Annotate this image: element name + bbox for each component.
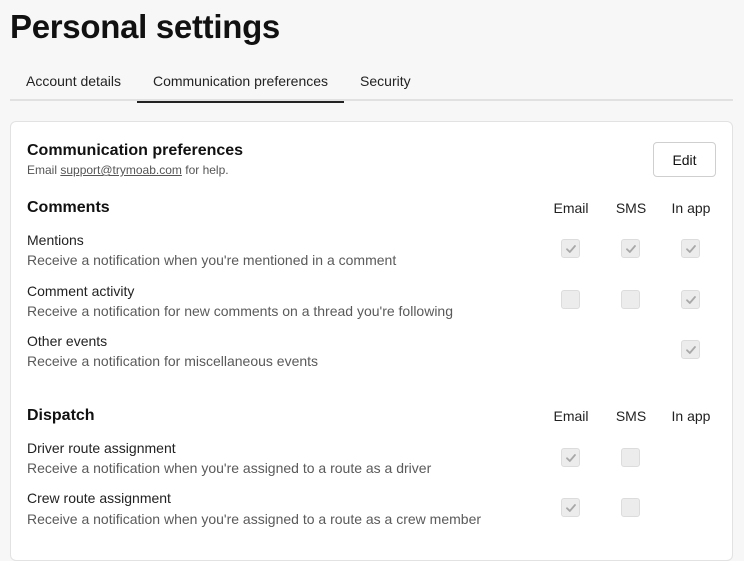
row-desc-other-events: Receive a notification for miscellaneous… [27, 353, 319, 369]
row-title-other-events: Other events [27, 333, 108, 349]
checkmark-icon [685, 244, 696, 253]
row-desc-mentions: Receive a notification when you're menti… [27, 252, 397, 268]
column-header-sms: SMS [615, 408, 647, 424]
section-title-dispatch: Dispatch [27, 407, 95, 424]
page-title: Personal settings [10, 8, 280, 45]
row-desc-crew-route-assignment: Receive a notification when you're assig… [27, 511, 482, 527]
checkmark-icon [565, 503, 576, 512]
help-prefix: Email [27, 163, 61, 177]
column-header-in-app: In app [671, 408, 711, 424]
tab-security[interactable]: Security [344, 62, 427, 101]
communication-preferences-card: Communication preferences Email support@… [10, 121, 733, 561]
row-desc-driver-route-assignment: Receive a notification when you're assig… [27, 460, 432, 476]
mentions-email-checkbox[interactable] [561, 239, 580, 258]
row-title-mentions: Mentions [27, 232, 84, 248]
edit-button[interactable]: Edit [653, 142, 716, 177]
section-title-comments: Comments [27, 199, 110, 216]
driver-route-email-checkbox[interactable] [561, 448, 580, 467]
crew-route-email-checkbox[interactable] [561, 498, 580, 517]
row-title-driver-route-assignment: Driver route assignment [27, 440, 176, 456]
column-header-email: Email [553, 408, 589, 424]
checkmark-icon [625, 244, 636, 253]
crew-route-sms-checkbox[interactable] [621, 498, 640, 517]
other-events-in-app-checkbox[interactable] [681, 340, 700, 359]
column-header-email: Email [553, 200, 589, 216]
help-suffix: for help. [181, 163, 229, 177]
column-header-sms: SMS [615, 200, 647, 216]
column-header-in-app: In app [671, 200, 711, 216]
comment-activity-in-app-checkbox[interactable] [681, 290, 700, 309]
tab-account-details[interactable]: Account details [10, 62, 137, 101]
checkmark-icon [565, 453, 576, 462]
comment-activity-sms-checkbox[interactable] [621, 290, 640, 309]
driver-route-sms-checkbox[interactable] [621, 448, 640, 467]
mentions-in-app-checkbox[interactable] [681, 239, 700, 258]
tab-communication-preferences[interactable]: Communication preferences [136, 62, 345, 103]
row-desc-comment-activity: Receive a notification for new comments … [27, 303, 454, 319]
help-text: Email support@trymoab.com for help. [27, 163, 229, 177]
row-title-crew-route-assignment: Crew route assignment [27, 490, 171, 506]
checkmark-icon [565, 244, 576, 253]
comment-activity-email-checkbox[interactable] [561, 290, 580, 309]
support-email-link[interactable]: support@trymoab.com [60, 163, 182, 177]
checkmark-icon [685, 295, 696, 304]
card-title: Communication preferences [27, 142, 244, 159]
checkmark-icon [685, 345, 696, 354]
mentions-sms-checkbox[interactable] [621, 239, 640, 258]
row-title-comment-activity: Comment activity [27, 283, 135, 299]
settings-tabs: Account details Communication preference… [10, 62, 733, 103]
